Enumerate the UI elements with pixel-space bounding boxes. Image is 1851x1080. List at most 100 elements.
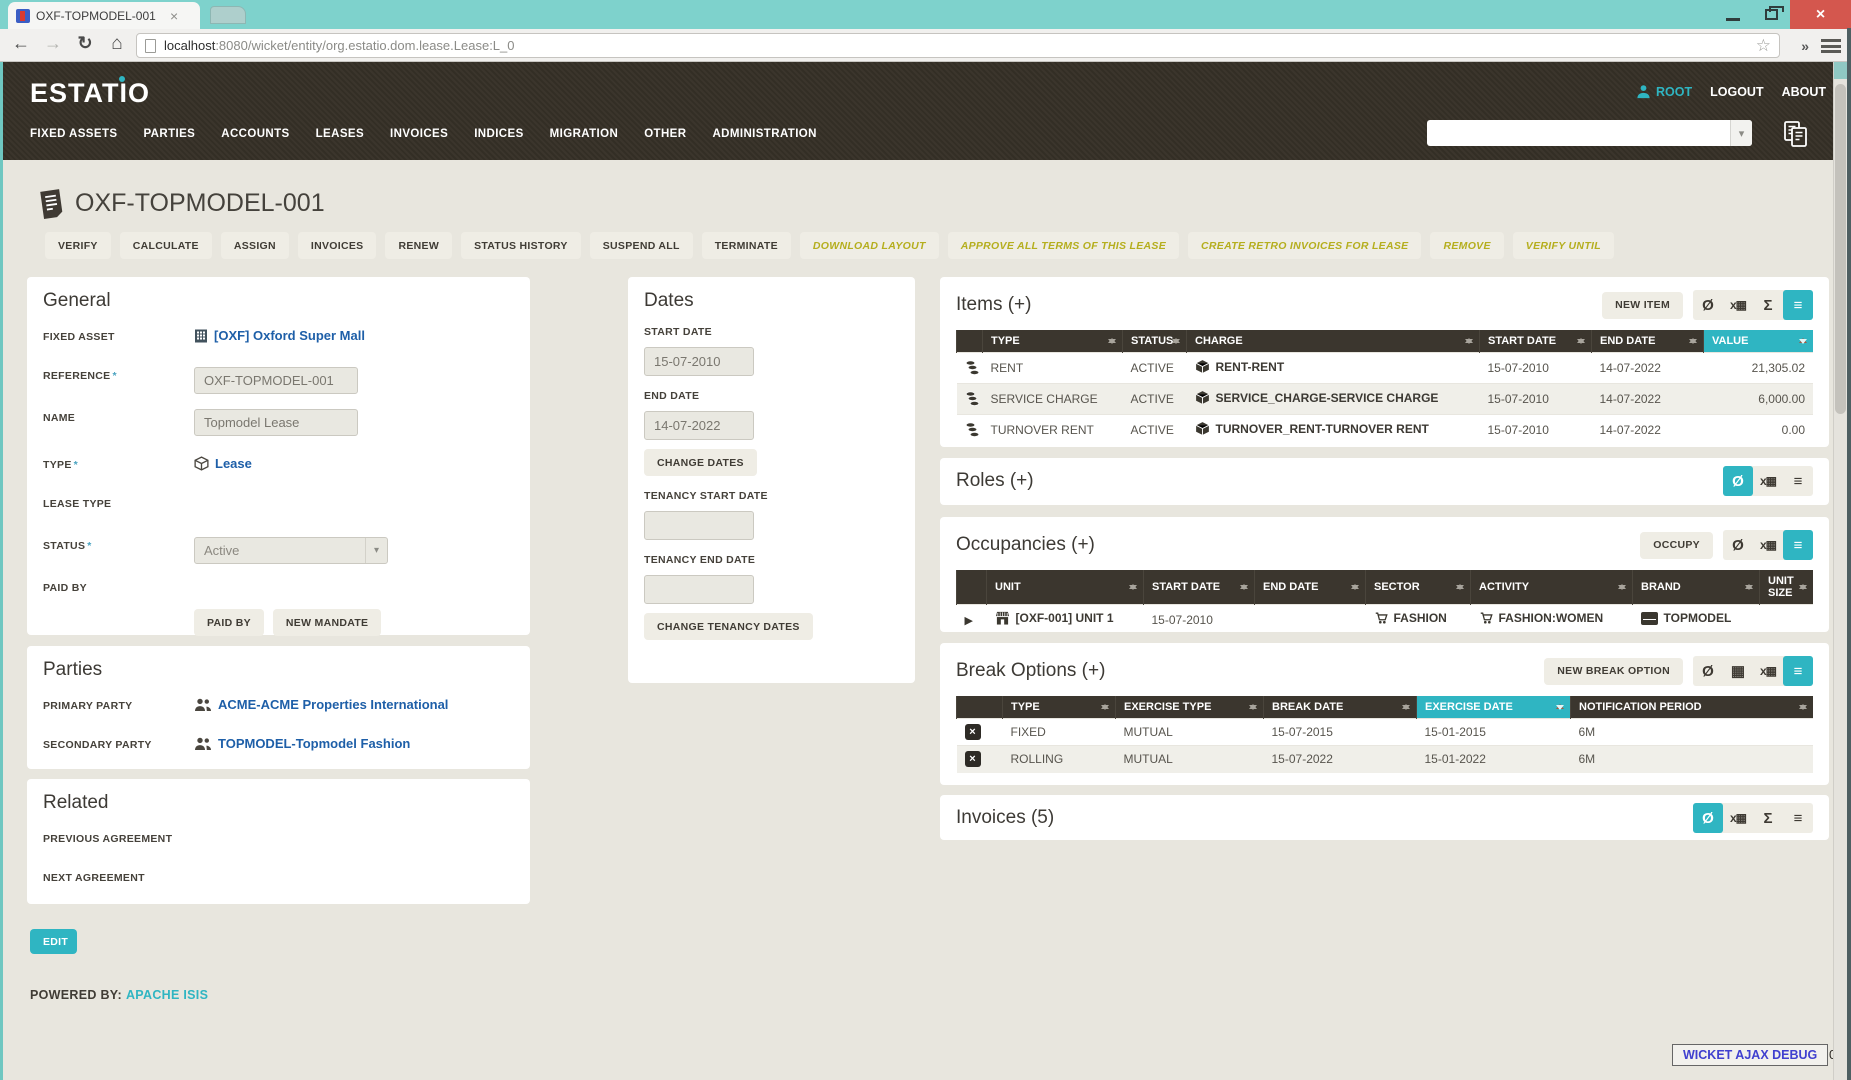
occupancies-col-unit[interactable]: UNIT	[987, 570, 1144, 605]
nav-leases[interactable]: LEASES	[316, 128, 364, 140]
scrollbar-up-button[interactable]	[1834, 62, 1847, 79]
break-col-exercise-type[interactable]: EXERCISE TYPE	[1116, 696, 1264, 719]
item-charge-link[interactable]: SERVICE_CHARGE-SERVICE CHARGE	[1216, 391, 1439, 405]
calendar-icon[interactable]: ▦	[1723, 656, 1753, 686]
bookmark-star-icon[interactable]: ☆	[1756, 36, 1771, 56]
renew-button[interactable]: RENEW	[385, 232, 452, 259]
excel-export-icon[interactable]: x▦	[1723, 803, 1753, 833]
apache-isis-link[interactable]: APACHE ISIS	[126, 988, 208, 1002]
download-layout-button[interactable]: DOWNLOAD LAYOUT	[800, 232, 939, 259]
excel-export-icon[interactable]: x▦	[1753, 466, 1783, 496]
verify-until-button[interactable]: VERIFY UNTIL	[1513, 232, 1614, 259]
forward-button[interactable]: →	[40, 33, 66, 54]
tab-close-icon[interactable]: ×	[170, 8, 178, 24]
approve-all-terms-button[interactable]: APPROVE ALL TERMS OF THIS LEASE	[948, 232, 1179, 259]
paid-by-button[interactable]: PAID BY	[194, 609, 264, 636]
break-col-break-date[interactable]: BREAK DATE	[1264, 696, 1417, 719]
address-bar[interactable]: localhost:8080/wicket/entity/org.estatio…	[136, 33, 1780, 58]
items-col-charge[interactable]: CHARGE	[1187, 330, 1480, 353]
break-col-notification-period[interactable]: NOTIFICATION PERIOD	[1571, 696, 1814, 719]
break-col-exercise-date[interactable]: EXERCISE DATE	[1417, 696, 1571, 719]
excel-export-icon[interactable]: x▦	[1753, 656, 1783, 686]
status-history-button[interactable]: STATUS HISTORY	[461, 232, 581, 259]
hide-columns-icon[interactable]: Ø	[1723, 530, 1753, 560]
home-button[interactable]: ⌂	[104, 33, 130, 55]
remove-button[interactable]: REMOVE	[1430, 232, 1503, 259]
new-item-button[interactable]: NEW ITEM	[1602, 292, 1683, 319]
global-search-select[interactable]: ▾	[1427, 120, 1752, 146]
fixed-asset-link[interactable]: [OXF] Oxford Super Mall	[194, 328, 365, 343]
item-charge-link[interactable]: RENT-RENT	[1216, 360, 1285, 374]
nav-migration[interactable]: MIGRATION	[550, 128, 619, 140]
change-tenancy-dates-button[interactable]: CHANGE TENANCY DATES	[644, 613, 813, 640]
about-link[interactable]: ABOUT	[1782, 85, 1826, 99]
occupancies-col-sector[interactable]: SECTOR	[1366, 570, 1471, 605]
estatio-logo[interactable]: ESTATIO	[30, 78, 150, 109]
browser-tab[interactable]: OXF-TOPMODEL-001 ×	[8, 2, 200, 29]
logout-link[interactable]: LOGOUT	[1710, 85, 1763, 99]
user-menu[interactable]: ROOT	[1636, 84, 1692, 99]
list-view-icon[interactable]: ≡	[1783, 656, 1813, 686]
remove-x-icon[interactable]: ×	[965, 751, 981, 767]
change-dates-button[interactable]: CHANGE DATES	[644, 449, 757, 476]
break-col-type[interactable]: TYPE	[1003, 696, 1116, 719]
occupancies-col-start-date[interactable]: START DATE	[1144, 570, 1255, 605]
list-view-icon[interactable]: ≡	[1783, 530, 1813, 560]
excel-export-icon[interactable]: x▦	[1723, 290, 1753, 320]
hide-columns-icon[interactable]: Ø	[1693, 803, 1723, 833]
calculate-button[interactable]: CALCULATE	[120, 232, 212, 259]
hide-columns-icon[interactable]: Ø	[1723, 466, 1753, 496]
list-view-icon[interactable]: ≡	[1783, 466, 1813, 496]
excel-export-icon[interactable]: x▦	[1753, 530, 1783, 560]
suspend-all-button[interactable]: SUSPEND ALL	[590, 232, 693, 259]
occupancy-activity-link[interactable]: FASHION:WOMEN	[1499, 611, 1604, 625]
items-col-start-date[interactable]: START DATE	[1480, 330, 1592, 353]
new-mandate-button[interactable]: NEW MANDATE	[273, 609, 381, 636]
nav-fixed-assets[interactable]: FIXED ASSETS	[30, 128, 117, 140]
back-button[interactable]: ←	[8, 33, 34, 54]
new-tab-button[interactable]	[210, 6, 246, 24]
new-break-option-button[interactable]: NEW BREAK OPTION	[1544, 658, 1683, 685]
hide-columns-icon[interactable]: Ø	[1693, 656, 1723, 686]
occupancy-unit-link[interactable]: [OXF-001] UNIT 1	[1016, 611, 1114, 625]
occupancies-col-activity[interactable]: ACTIVITY	[1471, 570, 1633, 605]
items-col-status[interactable]: STATUS	[1123, 330, 1187, 353]
occupy-button[interactable]: OCCUPY	[1640, 532, 1713, 559]
list-view-icon[interactable]: ≡	[1783, 803, 1813, 833]
items-col-end-date[interactable]: END DATE	[1592, 330, 1704, 353]
occupancy-brand-link[interactable]: TOPMODEL	[1664, 611, 1732, 625]
primary-party-link[interactable]: ACME-ACME Properties International	[194, 697, 448, 712]
nav-other[interactable]: OTHER	[644, 128, 686, 140]
assign-button[interactable]: ASSIGN	[221, 232, 289, 259]
verify-button[interactable]: VERIFY	[45, 232, 111, 259]
occupancies-col-brand[interactable]: BRAND	[1633, 570, 1760, 605]
create-retro-invoices-button[interactable]: CREATE RETRO INVOICES FOR LEASE	[1188, 232, 1421, 259]
occupancies-col-unit-size[interactable]: UNIT SIZE	[1760, 570, 1814, 605]
chevron-down-icon[interactable]: ▾	[1730, 120, 1752, 146]
reload-button[interactable]: ↻	[72, 33, 98, 54]
edit-button[interactable]: EDIT	[30, 929, 77, 954]
remove-x-icon[interactable]: ×	[965, 724, 981, 740]
browser-menu-icon[interactable]	[1821, 39, 1841, 53]
items-col-value[interactable]: VALUE	[1704, 330, 1814, 353]
terminate-button[interactable]: TERMINATE	[702, 232, 791, 259]
occupancies-col-end-date[interactable]: END DATE	[1255, 570, 1366, 605]
nav-parties[interactable]: PARTIES	[143, 128, 195, 140]
invoices-button[interactable]: INVOICES	[298, 232, 377, 259]
window-restore-button[interactable]	[1752, 0, 1790, 29]
copy-bookmark-icon[interactable]	[1782, 120, 1809, 148]
wicket-ajax-deb ug-link[interactable]: WICKET AJAX DEBUG	[1672, 1044, 1828, 1066]
list-view-icon[interactable]: ≡	[1783, 290, 1813, 320]
overflow-chevrons-icon[interactable]: »	[1801, 38, 1809, 54]
nav-administration[interactable]: ADMINISTRATION	[712, 128, 816, 140]
nav-invoices[interactable]: INVOICES	[390, 128, 448, 140]
window-close-button[interactable]: ×	[1790, 0, 1851, 29]
hide-columns-icon[interactable]: Ø	[1693, 290, 1723, 320]
occupancy-sector-link[interactable]: FASHION	[1394, 611, 1447, 625]
page-scrollbar[interactable]	[1833, 62, 1847, 1080]
nav-accounts[interactable]: ACCOUNTS	[221, 128, 289, 140]
window-minimize-button[interactable]	[1714, 0, 1752, 29]
item-charge-link[interactable]: TURNOVER_RENT-TURNOVER RENT	[1216, 422, 1429, 436]
summary-sigma-icon[interactable]: Σ	[1753, 803, 1783, 833]
scrollbar-thumb[interactable]	[1835, 84, 1846, 414]
